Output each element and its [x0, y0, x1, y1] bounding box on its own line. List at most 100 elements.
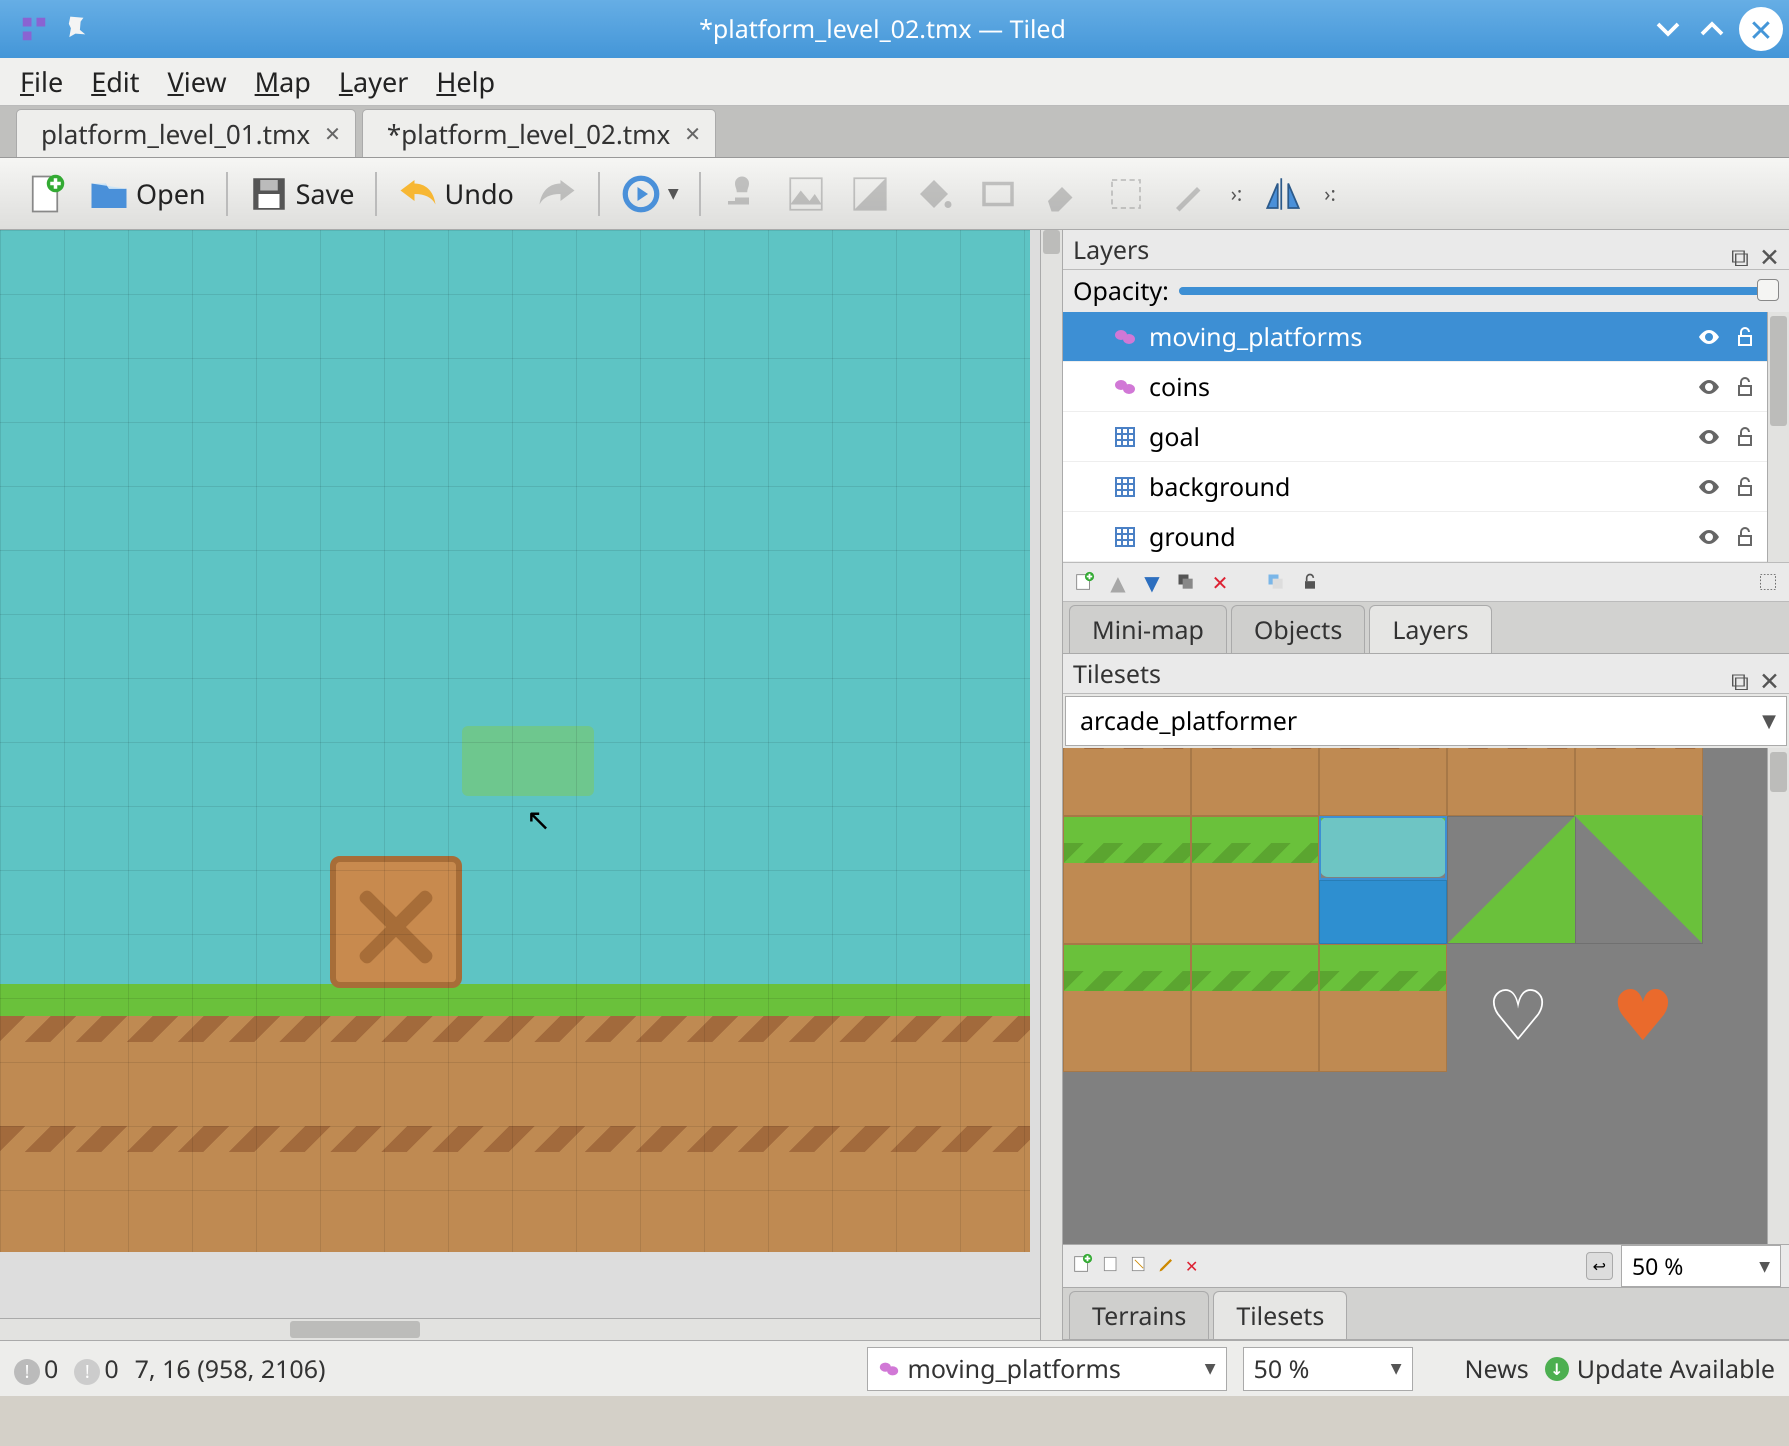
- menu-file[interactable]: File: [20, 63, 63, 100]
- export-tileset-icon[interactable]: [1129, 1254, 1149, 1279]
- maximize-button[interactable]: [1695, 12, 1729, 46]
- terrain-tool: [779, 166, 833, 222]
- toolbar-overflow-2[interactable]: ›:: [1320, 180, 1340, 207]
- heart-outline-tile[interactable]: ♡: [1458, 963, 1578, 1063]
- tab-terrains[interactable]: Terrains: [1069, 1291, 1209, 1339]
- tab-objects[interactable]: Objects: [1231, 605, 1365, 653]
- file-tab[interactable]: platform_level_01.tmx ✕: [16, 109, 356, 157]
- tile[interactable]: [1191, 816, 1319, 944]
- menu-view[interactable]: View: [168, 63, 227, 100]
- minimize-button[interactable]: [1651, 12, 1685, 46]
- layer-item[interactable]: goal: [1063, 412, 1767, 462]
- menu-layer[interactable]: Layer: [339, 63, 408, 100]
- eye-icon[interactable]: [1697, 475, 1721, 499]
- close-icon[interactable]: ✕: [1759, 664, 1779, 684]
- object-layer-icon: [1113, 375, 1137, 399]
- pin-icon[interactable]: [62, 13, 94, 45]
- highlight-icon[interactable]: [1755, 569, 1781, 595]
- eye-icon[interactable]: [1697, 375, 1721, 399]
- close-tab-icon[interactable]: ✕: [324, 120, 341, 147]
- restore-icon[interactable]: ⧉: [1731, 664, 1751, 684]
- object-layer-icon: [1113, 325, 1137, 349]
- tileset-scrollbar[interactable]: [1767, 748, 1789, 1244]
- undo-button[interactable]: Undo: [391, 166, 520, 222]
- warning-icon[interactable]: !: [74, 1359, 100, 1385]
- lock-icon[interactable]: [1733, 325, 1757, 349]
- tab-tilesets[interactable]: Tilesets: [1213, 1291, 1347, 1339]
- lock-icon[interactable]: [1733, 425, 1757, 449]
- tileset-grid[interactable]: ♡ ♥: [1063, 748, 1767, 1244]
- menu-edit[interactable]: Edit: [91, 63, 139, 100]
- eye-icon[interactable]: [1697, 325, 1721, 349]
- lock-icon[interactable]: [1733, 525, 1757, 549]
- menu-map[interactable]: Map: [255, 63, 311, 100]
- tile-selection: [1319, 816, 1447, 880]
- edit-tileset-icon[interactable]: [1157, 1254, 1177, 1279]
- embed-tileset-icon[interactable]: [1101, 1254, 1121, 1279]
- horizontal-scrollbar[interactable]: [0, 1318, 1040, 1340]
- tab-layers[interactable]: Layers: [1369, 605, 1491, 653]
- menubar: File Edit View Map Layer Help: [0, 58, 1789, 106]
- tile[interactable]: [1575, 816, 1703, 944]
- toolbar-overflow[interactable]: ›:: [1227, 180, 1247, 207]
- file-tab-bar: platform_level_01.tmx ✕ *platform_level_…: [0, 106, 1789, 158]
- tile[interactable]: [1447, 816, 1575, 944]
- eye-icon[interactable]: [1697, 425, 1721, 449]
- tileset-zoom-select[interactable]: 50 %▼: [1621, 1245, 1781, 1287]
- command-button[interactable]: ▼: [614, 166, 685, 222]
- delete-layer-icon[interactable]: ✕: [1207, 569, 1233, 595]
- heart-solid-tile[interactable]: ♥: [1583, 963, 1703, 1063]
- close-tab-icon[interactable]: ✕: [684, 120, 701, 147]
- save-button[interactable]: Save: [242, 166, 361, 222]
- tile[interactable]: [1063, 816, 1191, 944]
- tileset-dropdown[interactable]: arcade_platformer ▼: [1065, 696, 1787, 746]
- lock-icon[interactable]: [1733, 375, 1757, 399]
- new-button[interactable]: [18, 166, 72, 222]
- tile[interactable]: [1063, 748, 1191, 816]
- error-icon[interactable]: !: [14, 1359, 40, 1385]
- opacity-slider[interactable]: [1179, 287, 1779, 295]
- layers-scrollbar[interactable]: [1767, 312, 1789, 562]
- eye-icon[interactable]: [1697, 525, 1721, 549]
- menu-help[interactable]: Help: [436, 63, 495, 100]
- tile[interactable]: [1191, 944, 1319, 1072]
- dynamic-wrap-icon[interactable]: ↩: [1586, 1252, 1613, 1280]
- tile[interactable]: [1319, 880, 1447, 944]
- file-tab[interactable]: *platform_level_02.tmx ✕: [362, 109, 716, 157]
- layer-item[interactable]: moving_platforms: [1063, 312, 1767, 362]
- flip-tool[interactable]: [1256, 166, 1310, 222]
- current-layer-select[interactable]: moving_platforms ▼: [867, 1347, 1227, 1391]
- layer-up-icon[interactable]: ▲: [1105, 569, 1131, 595]
- duplicate-layer-icon[interactable]: [1173, 569, 1199, 595]
- stamp-tool: [715, 166, 769, 222]
- restore-icon[interactable]: ⧉: [1731, 240, 1751, 260]
- delete-tileset-icon[interactable]: ✕: [1185, 1255, 1198, 1277]
- vertical-scrollbar[interactable]: [1040, 230, 1062, 1340]
- zoom-select[interactable]: 50 %▼: [1243, 1347, 1413, 1391]
- lock-layer-icon[interactable]: [1297, 569, 1323, 595]
- news-link[interactable]: News: [1465, 1352, 1529, 1386]
- tile[interactable]: [1575, 748, 1703, 816]
- lock-icon[interactable]: [1733, 475, 1757, 499]
- show-layer-icon[interactable]: [1263, 569, 1289, 595]
- layer-item[interactable]: background: [1063, 462, 1767, 512]
- layer-item[interactable]: ground: [1063, 512, 1767, 562]
- tile[interactable]: [1319, 944, 1447, 1072]
- close-icon[interactable]: ✕: [1759, 240, 1779, 260]
- new-layer-icon[interactable]: [1071, 569, 1097, 595]
- tile[interactable]: [1191, 748, 1319, 816]
- tile[interactable]: [1319, 748, 1447, 816]
- layer-down-icon[interactable]: ▼: [1139, 569, 1165, 595]
- tile[interactable]: [1447, 748, 1575, 816]
- window-title: *platform_level_02.tmx — Tiled: [114, 12, 1651, 46]
- open-button[interactable]: Open: [82, 166, 212, 222]
- close-button[interactable]: ✕: [1739, 7, 1783, 51]
- file-tab-label: *platform_level_02.tmx: [387, 116, 670, 152]
- layer-item[interactable]: coins: [1063, 362, 1767, 412]
- tile[interactable]: [1063, 944, 1191, 1072]
- update-available[interactable]: Update Available: [1545, 1352, 1775, 1386]
- tab-minimap[interactable]: Mini-map: [1069, 605, 1227, 653]
- new-tileset-icon[interactable]: [1071, 1253, 1093, 1280]
- map-canvas[interactable]: ↖: [0, 230, 1040, 1318]
- app-icon: [16, 11, 52, 47]
